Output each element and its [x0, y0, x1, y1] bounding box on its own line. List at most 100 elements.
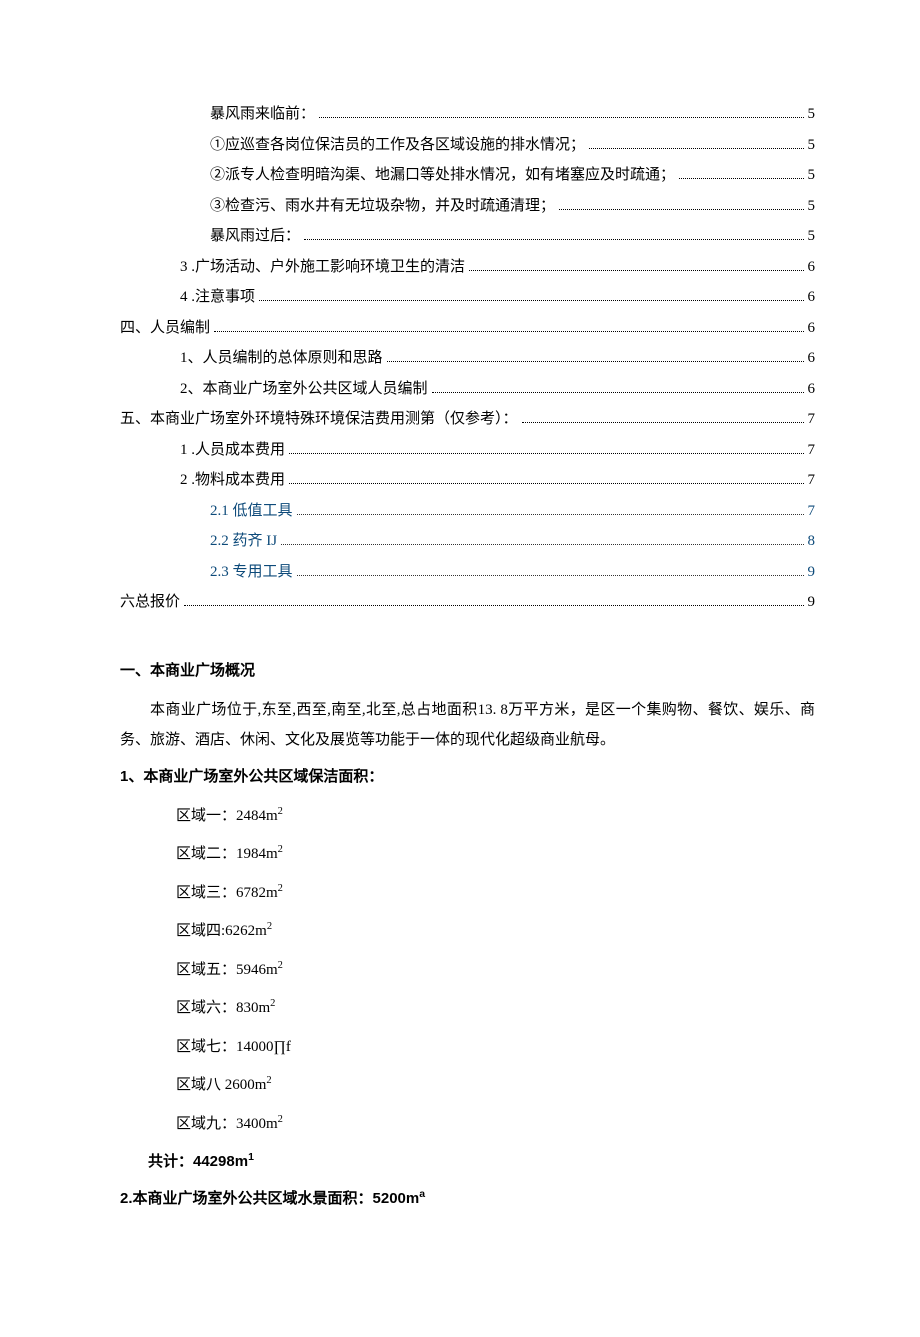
- toc-line: ③检查污、雨水井有无垃圾杂物，并及时疏通清理； 5: [120, 192, 815, 221]
- toc-label: ②派专人检查明暗沟渠、地漏口等处排水情况，如有堵塞应及时疏通；: [210, 161, 675, 190]
- toc-line: 五、本商业广场室外环境特殊环境保洁费用测第（仅参考）： 7: [120, 405, 815, 434]
- overview-paragraph: 本商业广场位于,东至,西至,南至,北至,总占地面积13. 8万平方米，是区一个集…: [120, 695, 815, 755]
- area-list: 区域一：2484m2区域二：1984m2区域三：6782m2区域四:6262m2…: [120, 802, 815, 1139]
- toc-label: 暴风雨过后：: [210, 222, 300, 251]
- toc-label: 四、人员编制: [120, 314, 210, 343]
- area-line: 区域三：6782m2: [120, 879, 815, 908]
- total-sup: 1: [248, 1151, 254, 1163]
- toc-line: 2 .物料成本费用 7: [120, 466, 815, 495]
- toc-label: 五、本商业广场室外环境特殊环境保洁费用测第（仅参考）：: [120, 405, 518, 434]
- area-text: 区域四:6262m: [176, 923, 267, 939]
- toc-line: 2.3 专用工具 9: [120, 558, 815, 587]
- toc-page-number: 5: [808, 131, 816, 160]
- toc-dots: [319, 117, 803, 118]
- area-text: 区域六：830m: [176, 1000, 270, 1016]
- toc-label: 暴风雨来临前：: [210, 100, 315, 129]
- total-label: 共计：44298m: [148, 1153, 248, 1170]
- area-sup: 2: [278, 844, 283, 855]
- toc-dots: [297, 514, 804, 515]
- toc-dots: [304, 239, 803, 240]
- toc-dots: [387, 361, 804, 362]
- toc-label: 2 .物料成本费用: [180, 466, 285, 495]
- subheading-water-area: 2.本商业广场室外公共区域水景面积：5200ma: [120, 1185, 815, 1214]
- area-text: 区域二：1984m: [176, 846, 278, 862]
- area-text: 区域九：3400m: [176, 1116, 278, 1132]
- document-page: 暴风雨来临前：5①应巡查各岗位保洁员的工作及各区域设施的排水情况；5②派专人检查…: [0, 0, 920, 1337]
- toc-line: 六总报价 9: [120, 588, 815, 617]
- toc-page-number: 5: [808, 161, 816, 190]
- area-line: 区域七：14000∏f: [120, 1033, 815, 1062]
- toc-line: 4 .注意事项 6: [120, 283, 815, 312]
- area-text: 区域一：2484m: [176, 808, 278, 824]
- toc-line: 暴风雨来临前： 5: [120, 100, 815, 129]
- toc-dots: [289, 453, 803, 454]
- toc-label: 2.2 药齐 IJ: [210, 527, 277, 556]
- toc-page-number: 6: [808, 375, 816, 404]
- area-text: 区域三：6782m: [176, 885, 278, 901]
- toc-dots: [469, 270, 803, 271]
- area-sup: 2: [270, 998, 275, 1009]
- toc-line: 2.1 低值工具7: [120, 497, 815, 526]
- toc-page-number: 7: [808, 436, 816, 465]
- toc-page-number: 9: [808, 588, 816, 617]
- toc-page-number: 6: [808, 253, 816, 282]
- toc-label: ①应巡查各岗位保洁员的工作及各区域设施的排水情况；: [210, 131, 585, 160]
- area-sup: 2: [278, 806, 283, 817]
- area-line: 区域五：5946m2: [120, 956, 815, 985]
- toc-dots: [281, 544, 803, 545]
- toc-label: 3 .广场活动、户外施工影响环境卫生的清洁: [180, 253, 465, 282]
- water-area-sup: a: [419, 1188, 425, 1200]
- toc-page-number: 6: [808, 283, 816, 312]
- area-sup: 2: [278, 883, 283, 894]
- water-area-text: 2.本商业广场室外公共区域水景面积：5200m: [120, 1190, 419, 1207]
- area-line: 区域八 2600m2: [120, 1071, 815, 1100]
- toc-line: ①应巡查各岗位保洁员的工作及各区域设施的排水情况； 5: [120, 131, 815, 160]
- area-line: 区域四:6262m2: [120, 917, 815, 946]
- toc-page-number: 7: [808, 405, 816, 434]
- area-sup: 2: [267, 921, 272, 932]
- toc-page-number: 5: [808, 222, 816, 251]
- toc-line: 2、本商业广场室外公共区域人员编制 6: [120, 375, 815, 404]
- toc-label: 2、本商业广场室外公共区域人员编制: [180, 375, 428, 404]
- area-line: 区域二：1984m2: [120, 840, 815, 869]
- toc-page-number: 6: [808, 344, 816, 373]
- toc-label: ③检查污、雨水井有无垃圾杂物，并及时疏通清理；: [210, 192, 555, 221]
- toc-dots: [259, 300, 803, 301]
- section-heading-overview: 一、本商业广场概况: [120, 657, 815, 686]
- subheading-cleaning-area: 1、本商业广场室外公共区域保洁面积：: [120, 763, 815, 792]
- toc-line: ②派专人检查明暗沟渠、地漏口等处排水情况，如有堵塞应及时疏通； 5: [120, 161, 815, 190]
- toc-line: 2.2 药齐 IJ 8: [120, 527, 815, 556]
- toc-dots: [589, 148, 803, 149]
- toc-line: 1、人员编制的总体原则和思路 6: [120, 344, 815, 373]
- toc-page-number: 6: [808, 314, 816, 343]
- area-line: 区域九：3400m2: [120, 1110, 815, 1139]
- toc-page-number: 7: [808, 466, 816, 495]
- toc-page-number: 8: [808, 527, 816, 556]
- toc-page-number: 9: [808, 558, 816, 587]
- area-sup: 2: [278, 960, 283, 971]
- toc-line: 3 .广场活动、户外施工影响环境卫生的清洁 6: [120, 253, 815, 282]
- toc-dots: [432, 392, 804, 393]
- area-sup: 2: [266, 1075, 271, 1086]
- toc-label: 1、人员编制的总体原则和思路: [180, 344, 383, 373]
- toc-dots: [289, 483, 803, 484]
- toc-page-number: 5: [808, 192, 816, 221]
- toc-section: 暴风雨来临前：5①应巡查各岗位保洁员的工作及各区域设施的排水情况；5②派专人检查…: [120, 100, 815, 617]
- total-line: 共计：44298m1: [120, 1148, 815, 1177]
- toc-page-number: 5: [808, 100, 816, 129]
- toc-dots: [214, 331, 803, 332]
- area-text: 区域八 2600m: [176, 1077, 266, 1093]
- area-line: 区域六：830m2: [120, 994, 815, 1023]
- toc-line: 1 .人员成本费用 7: [120, 436, 815, 465]
- toc-label: 六总报价: [120, 588, 180, 617]
- toc-dots: [679, 178, 803, 179]
- toc-label: 1 .人员成本费用: [180, 436, 285, 465]
- toc-dots: [522, 422, 804, 423]
- area-sup: 2: [278, 1114, 283, 1125]
- toc-line: 四、人员编制 6: [120, 314, 815, 343]
- toc-label: 2.3 专用工具: [210, 558, 293, 587]
- toc-label: 2.1 低值工具: [210, 497, 293, 526]
- toc-line: 暴风雨过后： 5: [120, 222, 815, 251]
- toc-label: 4 .注意事项: [180, 283, 255, 312]
- toc-dots: [297, 575, 804, 576]
